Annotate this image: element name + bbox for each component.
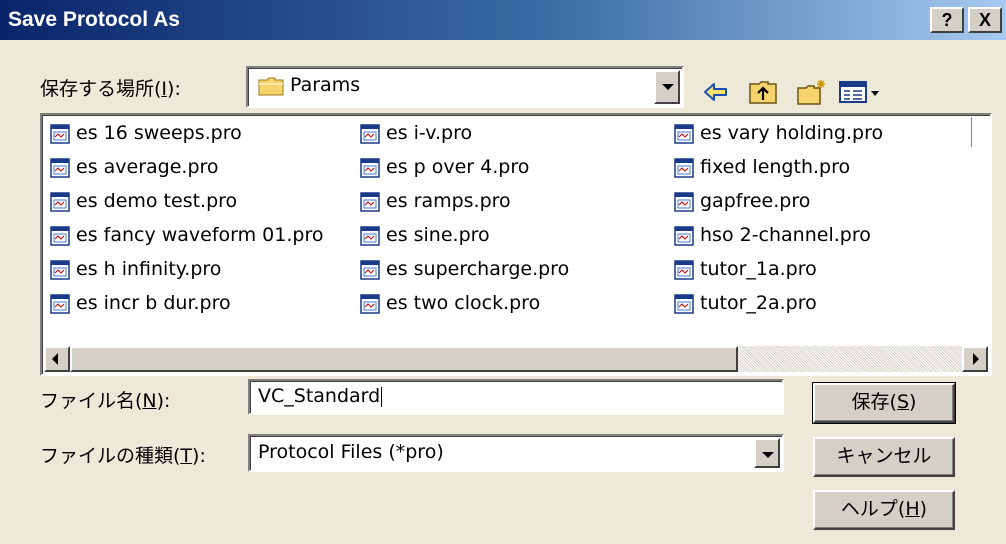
close-title-button[interactable]: X — [968, 7, 1002, 33]
protocol-file-icon — [674, 158, 694, 178]
scroll-left-button[interactable] — [44, 346, 70, 372]
protocol-file-icon — [50, 294, 70, 314]
file-name: es fancy waveform 01.pro — [76, 224, 324, 246]
save-button[interactable]: 保存(S) — [812, 382, 956, 424]
protocol-file-icon — [50, 192, 70, 212]
file-list[interactable]: es 16 sweeps.pro es average.pro es demo te… — [40, 113, 992, 376]
file-name: fixed length.pro — [700, 156, 851, 178]
file-name: tutor_1a.pro — [700, 258, 817, 280]
file-name: es two clock.pro — [386, 292, 541, 314]
view-menu-icon[interactable] — [838, 78, 884, 106]
filetype-combo[interactable]: Protocol Files (*pro) — [248, 434, 784, 472]
title-bar: Save Protocol As ? X — [0, 0, 1006, 40]
protocol-file-icon — [360, 294, 380, 314]
file-name: es average.pro — [76, 156, 219, 178]
file-name: es sine.pro — [386, 224, 490, 246]
protocol-file-icon — [360, 192, 380, 212]
scroll-right-button[interactable] — [962, 346, 988, 372]
filetype-value: Protocol Files (*pro) — [258, 441, 444, 463]
protocol-file-icon — [360, 226, 380, 246]
file-name: gapfree.pro — [700, 190, 811, 212]
help-title-button[interactable]: ? — [930, 7, 964, 33]
folder-icon — [258, 77, 284, 96]
protocol-file-icon — [674, 226, 694, 246]
horizontal-scrollbar[interactable] — [44, 346, 988, 372]
file-name: tutor_2a.pro — [700, 292, 817, 314]
file-name: es demo test.pro — [76, 190, 238, 212]
text-caret — [381, 386, 383, 407]
new-folder-icon[interactable] — [796, 78, 828, 106]
filename-value: VC_Standard — [258, 385, 381, 407]
file-name: es vary holding.pro — [700, 122, 884, 144]
location-dropdown-button[interactable] — [654, 70, 680, 104]
protocol-file-icon — [360, 260, 380, 280]
vertical-scrollbar-stub — [971, 117, 988, 147]
protocol-file-icon — [674, 124, 694, 144]
file-name: es supercharge.pro — [386, 258, 570, 280]
protocol-file-icon — [50, 124, 70, 144]
protocol-file-icon — [50, 158, 70, 178]
scroll-thumb[interactable] — [70, 346, 738, 372]
file-name: es i-v.pro — [386, 122, 473, 144]
help-button[interactable]: ヘルプ(H) — [813, 490, 955, 530]
protocol-file-icon — [360, 124, 380, 144]
protocol-file-icon — [50, 260, 70, 280]
protocol-file-icon — [674, 260, 694, 280]
filename-label: ファイル名(N): — [40, 390, 171, 412]
filetype-dropdown-button[interactable] — [754, 438, 780, 468]
filetype-label: ファイルの種類(T): — [40, 445, 206, 467]
file-name: es h infinity.pro — [76, 258, 222, 280]
filename-input[interactable]: VC_Standard — [248, 379, 784, 415]
protocol-file-icon — [674, 192, 694, 212]
file-name: es 16 sweeps.pro — [76, 122, 242, 144]
protocol-file-icon — [674, 294, 694, 314]
file-name: es ramps.pro — [386, 190, 511, 212]
protocol-file-icon — [360, 158, 380, 178]
save-in-label: 保存する場所(I): — [40, 78, 181, 100]
file-name: es p over 4.pro — [386, 156, 530, 178]
file-name: es incr b dur.pro — [76, 292, 231, 314]
up-folder-icon[interactable] — [748, 78, 778, 106]
location-combo[interactable]: Params — [246, 66, 684, 108]
cancel-button[interactable]: キャンセル — [813, 437, 955, 477]
back-arrow-icon[interactable] — [702, 78, 730, 106]
window-title: Save Protocol As — [8, 8, 180, 31]
protocol-file-icon — [50, 226, 70, 246]
location-value: Params — [290, 74, 361, 96]
file-name: hso 2-channel.pro — [700, 224, 871, 246]
